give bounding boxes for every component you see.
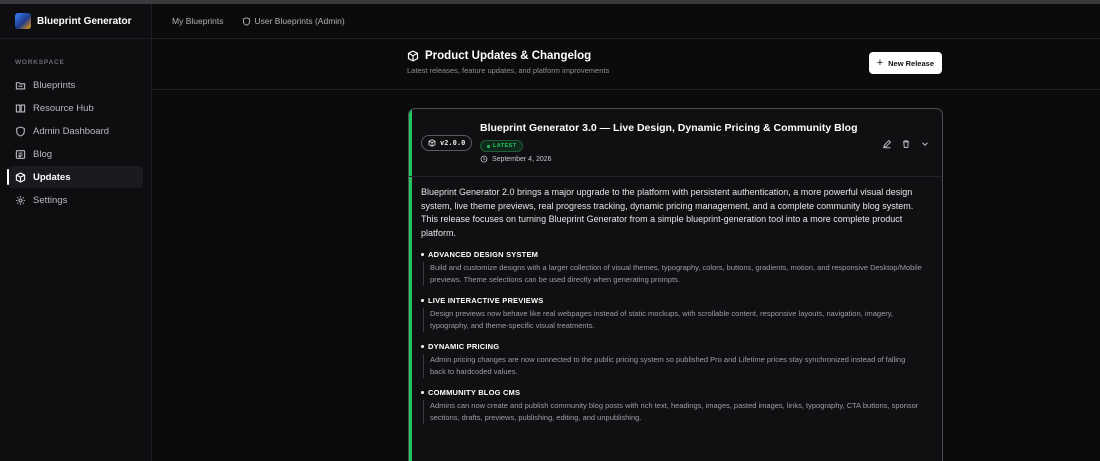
trash-icon[interactable]	[899, 137, 913, 151]
sidebar-item-settings[interactable]: Settings	[8, 189, 143, 211]
shield-icon	[15, 125, 26, 137]
book-icon	[15, 103, 26, 114]
folder-icon	[15, 80, 26, 91]
app-logo-icon	[15, 13, 31, 29]
newspaper-icon	[15, 149, 26, 160]
sidebar-item-label: Blog	[33, 148, 53, 160]
header-divider	[152, 89, 1100, 90]
sidebar-item-label: Settings	[33, 194, 68, 206]
release-card-header: v2.0.0 Blueprint Generator 3.0 — Live De…	[409, 109, 942, 177]
sidebar-item-label: Updates	[33, 171, 71, 183]
plus-icon: +	[876, 57, 884, 69]
page-subtitle: Latest releases, feature updates, and pl…	[407, 66, 610, 75]
shield-icon	[242, 16, 250, 26]
brand[interactable]: Blueprint Generator	[0, 4, 151, 39]
gear-icon	[15, 195, 26, 206]
sidebar: Blueprint Generator WORKSPACE Blueprints…	[0, 4, 152, 461]
feature-item: LIVE INTERACTIVE PREVIEWS Design preview…	[421, 296, 930, 332]
feature-title: ADVANCED DESIGN SYSTEM	[421, 250, 930, 259]
feature-description: Admins can now create and publish commun…	[423, 400, 923, 424]
feature-title: COMMUNITY BLOG CMS	[421, 388, 930, 397]
feature-description: Admin pricing changes are now connected …	[423, 354, 923, 378]
sidebar-item-label: Admin Dashboard	[33, 125, 110, 137]
feature-title: DYNAMIC PRICING	[421, 342, 930, 351]
app-name: Blueprint Generator	[37, 15, 132, 27]
sidebar-section-label: WORKSPACE	[15, 59, 65, 66]
page-header: Product Updates & Changelog Latest relea…	[407, 50, 947, 80]
feature-description: Build and customize designs with a large…	[423, 262, 923, 286]
page-title: Product Updates & Changelog	[407, 50, 947, 62]
version-badge: v2.0.0	[421, 135, 473, 151]
feature-title: LIVE INTERACTIVE PREVIEWS	[421, 296, 930, 305]
edit-icon[interactable]	[880, 137, 894, 151]
package-icon	[15, 171, 26, 183]
release-actions	[875, 137, 932, 151]
sidebar-item-label: Resource Hub	[33, 102, 94, 114]
sidebar-item-resource-hub[interactable]: Resource Hub	[8, 97, 143, 119]
feature-item: DYNAMIC PRICING Admin pricing changes ar…	[421, 342, 930, 378]
package-icon	[428, 139, 436, 147]
sidebar-item-blog[interactable]: Blog	[8, 143, 143, 165]
feature-item: COMMUNITY BLOG CMS Admins can now create…	[421, 388, 930, 424]
chevron-down-icon[interactable]	[918, 137, 932, 151]
clock-icon	[480, 155, 488, 163]
sidebar-item-blueprints[interactable]: Blueprints	[8, 74, 143, 96]
sidebar-item-admin-dashboard[interactable]: Admin Dashboard	[8, 120, 143, 142]
release-card-body: Blueprint Generator 2.0 brings a major u…	[409, 177, 942, 424]
new-release-button[interactable]: + New Release	[868, 52, 942, 74]
top-navigation: My Blueprints User Blueprints (Admin)	[152, 4, 1100, 39]
release-date: September 4, 2026	[480, 155, 552, 163]
release-summary: Blueprint Generator 2.0 brings a major u…	[421, 187, 914, 238]
release-title: Blueprint Generator 3.0 — Live Design, D…	[480, 122, 858, 134]
package-icon	[407, 50, 419, 62]
nav-link-my-blueprints[interactable]: My Blueprints	[172, 16, 224, 26]
release-card: v2.0.0 Blueprint Generator 3.0 — Live De…	[408, 108, 943, 461]
feature-item: ADVANCED DESIGN SYSTEM Build and customi…	[421, 250, 930, 286]
latest-badge: LATEST	[480, 140, 524, 152]
sidebar-item-label: Blueprints	[33, 79, 76, 91]
feature-description: Design previews now behave like real web…	[423, 308, 923, 332]
sidebar-item-updates[interactable]: Updates	[7, 166, 143, 188]
nav-link-user-blueprints-admin[interactable]: User Blueprints (Admin)	[242, 16, 345, 26]
